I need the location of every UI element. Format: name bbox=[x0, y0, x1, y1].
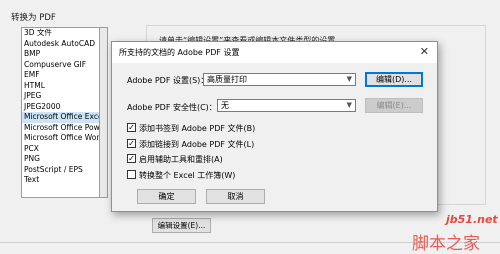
list-item[interactable]: Compuserve GIF bbox=[22, 60, 99, 71]
pdf-settings-dialog: 所支持的文档的 Adobe PDF 设置 ✕ Adobe PDF 设置(S)： … bbox=[111, 41, 438, 212]
option-row[interactable]: ✓ 添加书签到 Adobe PDF 文件(B) bbox=[127, 123, 255, 134]
checkbox-label: 添加链接到 Adobe PDF 文件(L) bbox=[139, 140, 255, 149]
pdf-security-select[interactable]: 无 ▼ bbox=[217, 99, 356, 112]
checkbox-label: 添加书签到 Adobe PDF 文件(B) bbox=[139, 124, 256, 133]
list-item[interactable]: PCX bbox=[22, 144, 99, 155]
edit-settings-button[interactable]: 编辑设置(E)... bbox=[152, 218, 211, 233]
list-item[interactable]: 3D 文件 bbox=[22, 28, 99, 39]
list-item[interactable]: Microsoft Office Power bbox=[22, 123, 99, 134]
section-title: 转换为 PDF bbox=[11, 13, 56, 23]
list-item[interactable]: Microsoft Office Word bbox=[22, 133, 99, 144]
checkbox[interactable]: ✓ bbox=[127, 154, 136, 163]
option-row[interactable]: ✓ 添加链接到 Adobe PDF 文件(L) bbox=[127, 139, 254, 150]
list-item[interactable]: Autodesk AutoCAD bbox=[22, 39, 99, 50]
pdf-settings-value: 高质量打印 bbox=[207, 75, 247, 84]
list-item[interactable]: JPEG bbox=[22, 91, 99, 102]
edit-security-button: 编辑(E)... bbox=[365, 98, 423, 113]
dialog-title: 所支持的文档的 Adobe PDF 设置 bbox=[119, 48, 240, 57]
edit-settings-dialog-button[interactable]: 编辑(D)... bbox=[365, 72, 423, 87]
option-row[interactable]: 转换整个 Excel 工作簿(W) bbox=[127, 170, 235, 181]
chevron-down-icon: ▼ bbox=[346, 75, 352, 83]
checkbox[interactable]: ✓ bbox=[127, 139, 136, 148]
cancel-button[interactable]: 取消 bbox=[206, 189, 265, 204]
list-item[interactable]: BMP bbox=[22, 49, 99, 60]
file-type-list-scrollbar[interactable] bbox=[100, 27, 108, 198]
dialog-titlebar: 所支持的文档的 Adobe PDF 设置 ✕ bbox=[112, 42, 437, 63]
pdf-security-label: Adobe PDF 安全性(C)： bbox=[127, 103, 217, 112]
option-row[interactable]: ✓ 启用辅助工具和重排(A) bbox=[127, 154, 223, 165]
checkbox[interactable] bbox=[127, 170, 136, 179]
list-item[interactable]: PNG bbox=[22, 154, 99, 165]
checkbox-label: 启用辅助工具和重排(A) bbox=[139, 155, 223, 164]
checkbox[interactable]: ✓ bbox=[127, 123, 136, 132]
ok-button[interactable]: 确定 bbox=[137, 189, 196, 204]
pdf-security-value: 无 bbox=[221, 101, 229, 110]
list-item[interactable]: EMF bbox=[22, 70, 99, 81]
list-item[interactable]: HTML bbox=[22, 81, 99, 92]
list-item[interactable]: PostScript / EPS bbox=[22, 165, 99, 176]
list-item[interactable]: Text bbox=[22, 175, 99, 186]
list-item[interactable]: JPEG2000 bbox=[22, 102, 99, 113]
close-icon[interactable]: ✕ bbox=[420, 45, 429, 58]
chevron-down-icon: ▼ bbox=[346, 101, 352, 109]
pdf-settings-select[interactable]: 高质量打印 ▼ bbox=[203, 73, 356, 86]
list-item[interactable]: Microsoft Office Excel bbox=[22, 112, 99, 123]
pdf-settings-label: Adobe PDF 设置(S)： bbox=[127, 76, 209, 85]
watermark-name: 脚本之家 bbox=[412, 234, 480, 254]
checkbox-label: 转换整个 Excel 工作簿(W) bbox=[139, 171, 236, 180]
watermark-site: jb51.net bbox=[446, 213, 498, 226]
file-type-list[interactable]: 3D 文件 Autodesk AutoCAD BMP Compuserve GIF EM… bbox=[21, 27, 100, 198]
